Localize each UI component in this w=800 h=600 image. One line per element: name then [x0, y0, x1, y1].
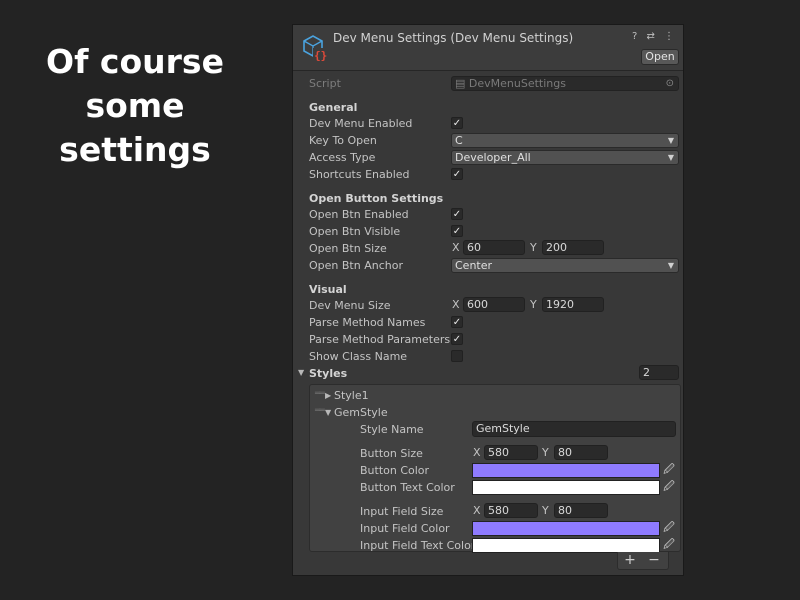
input-size-y-field[interactable]: 80	[554, 503, 608, 518]
open-btn-enabled-checkbox[interactable]: ✓	[451, 208, 463, 220]
chevron-down-icon: ▼	[667, 153, 674, 162]
y-label: Y	[542, 446, 549, 459]
svg-text:{}: {}	[314, 49, 327, 62]
input-field-color-swatch[interactable]	[472, 521, 660, 536]
open-btn-anchor-dropdown[interactable]: Center ▼	[451, 258, 679, 273]
styles-count-field[interactable]: 2	[639, 365, 679, 380]
slide-caption: Of course some settings	[0, 40, 278, 172]
dev-menu-enabled-label: Dev Menu Enabled	[309, 117, 413, 130]
dev-menu-enabled-checkbox[interactable]: ✓	[451, 117, 463, 129]
y-label: Y	[542, 504, 549, 517]
remove-element-button[interactable]: −	[642, 552, 666, 569]
style-name-field[interactable]: GemStyle	[472, 421, 676, 437]
chevron-down-icon: ▼	[667, 136, 674, 145]
access-type-label: Access Type	[309, 151, 376, 164]
scriptable-object-icon: {}	[303, 35, 327, 62]
script-label: Script	[309, 77, 341, 90]
key-to-open-dropdown[interactable]: C ▼	[451, 133, 679, 148]
button-color-swatch[interactable]	[472, 463, 660, 478]
inspector-panel: {} Dev Menu Settings (Dev Menu Settings)…	[292, 24, 684, 576]
drag-handle-icon[interactable]: ══	[315, 406, 325, 416]
button-text-color-swatch[interactable]	[472, 480, 660, 495]
show-class-name-checkbox[interactable]	[451, 350, 463, 362]
x-label: X	[452, 241, 460, 254]
header-tool-icons[interactable]: ? ⇄ ⋮	[632, 31, 677, 42]
input-field-text-color-label: Input Field Text Color	[360, 539, 476, 552]
button-text-color-label: Button Text Color	[360, 481, 455, 494]
eyedropper-icon[interactable]: 🖉	[662, 480, 676, 494]
script-field[interactable]: ▤ DevMenuSettings ⊙	[451, 76, 679, 91]
parse-method-params-label: Parse Method Parameters	[309, 333, 451, 346]
key-to-open-value: C	[455, 134, 463, 147]
key-to-open-label: Key To Open	[309, 134, 377, 147]
foldout-expanded-icon[interactable]: ▼	[325, 408, 331, 417]
y-label: Y	[530, 298, 537, 311]
show-class-name-label: Show Class Name	[309, 350, 408, 363]
open-btn-anchor-label: Open Btn Anchor	[309, 259, 403, 272]
object-picker-icon[interactable]: ⊙	[666, 77, 674, 90]
access-type-dropdown[interactable]: Developer_All ▼	[451, 150, 679, 165]
shortcuts-enabled-label: Shortcuts Enabled	[309, 168, 410, 181]
list-footer: + −	[617, 552, 669, 570]
style-item-gemstyle[interactable]: GemStyle	[334, 404, 388, 421]
add-element-button[interactable]: +	[618, 552, 642, 569]
x-label: X	[452, 298, 460, 311]
open-btn-size-label: Open Btn Size	[309, 242, 387, 255]
dev-menu-size-x-field[interactable]: 600	[463, 297, 525, 312]
caption-line-2: settings	[59, 130, 211, 169]
styles-header[interactable]: Styles	[309, 365, 347, 382]
parse-method-params-checkbox[interactable]: ✓	[451, 333, 463, 345]
eyedropper-icon[interactable]: 🖉	[662, 521, 676, 535]
open-button[interactable]: Open	[641, 49, 679, 65]
parse-method-names-label: Parse Method Names	[309, 316, 426, 329]
open-btn-visible-checkbox[interactable]: ✓	[451, 225, 463, 237]
dev-menu-size-label: Dev Menu Size	[309, 299, 391, 312]
drag-handle-icon[interactable]: ══	[315, 389, 325, 399]
styles-list: ══ ▶ Style1 ══ ▼ GemStyle Style Name Gem…	[309, 384, 681, 553]
foldout-collapsed-icon[interactable]: ▶	[325, 391, 331, 400]
parse-method-names-checkbox[interactable]: ✓	[451, 316, 463, 328]
access-type-value: Developer_All	[455, 151, 531, 164]
chevron-down-icon: ▼	[667, 261, 674, 270]
style-item-style1[interactable]: Style1	[334, 387, 369, 404]
input-field-size-label: Input Field Size	[360, 505, 444, 518]
script-file-icon: ▤	[455, 77, 466, 90]
button-size-y-field[interactable]: 80	[554, 445, 608, 460]
general-header: General	[309, 101, 358, 114]
eyedropper-icon[interactable]: 🖉	[662, 538, 676, 552]
dev-menu-size-y-field[interactable]: 1920	[542, 297, 604, 312]
input-field-text-color-swatch[interactable]	[472, 538, 660, 553]
input-field-color-label: Input Field Color	[360, 522, 450, 535]
button-size-label: Button Size	[360, 447, 423, 460]
open-btn-size-y-field[interactable]: 200	[542, 240, 604, 255]
inspector-title: Dev Menu Settings (Dev Menu Settings)	[333, 31, 574, 45]
button-size-x-field[interactable]: 580	[484, 445, 538, 460]
caption-line-1: Of course some	[46, 42, 224, 125]
open-btn-visible-label: Open Btn Visible	[309, 225, 401, 238]
x-label: X	[473, 446, 481, 459]
foldout-expanded-icon[interactable]: ▼	[298, 368, 304, 377]
open-btn-enabled-label: Open Btn Enabled	[309, 208, 409, 221]
y-label: Y	[530, 241, 537, 254]
visual-header: Visual	[309, 283, 347, 296]
button-color-label: Button Color	[360, 464, 430, 477]
shortcuts-enabled-checkbox[interactable]: ✓	[451, 168, 463, 180]
open-button-settings-header: Open Button Settings	[309, 192, 444, 205]
input-size-x-field[interactable]: 580	[484, 503, 538, 518]
open-btn-size-x-field[interactable]: 60	[463, 240, 525, 255]
eyedropper-icon[interactable]: 🖉	[662, 463, 676, 477]
style-name-label: Style Name	[360, 423, 424, 436]
open-btn-anchor-value: Center	[455, 259, 493, 272]
x-label: X	[473, 504, 481, 517]
script-value: DevMenuSettings	[468, 77, 566, 90]
inspector-header: {} Dev Menu Settings (Dev Menu Settings)…	[293, 25, 683, 71]
